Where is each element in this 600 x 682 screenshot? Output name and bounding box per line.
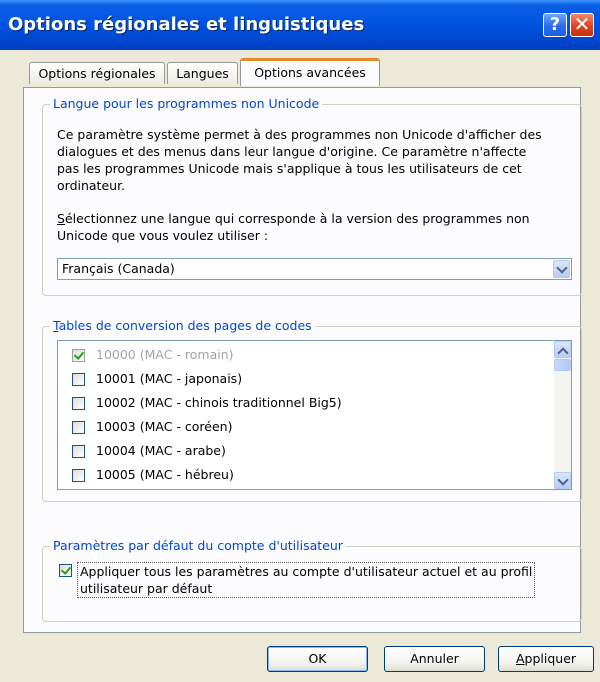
tab-label: Langues	[176, 66, 229, 81]
tab-label: Options avancées	[254, 65, 366, 80]
user-defaults-legend: Paramètres par défaut du compte d'utilis…	[50, 538, 346, 553]
scroll-thumb[interactable]	[554, 359, 571, 371]
ok-label: OK	[308, 651, 327, 666]
item-label: 10004 (MAC - arabe)	[96, 443, 226, 458]
checkbox[interactable]	[72, 445, 85, 458]
checkbox[interactable]	[72, 373, 85, 386]
selected-language: Français (Canada)	[62, 261, 175, 276]
window-title: Options régionales et linguistiques	[8, 14, 365, 35]
code-pages-list[interactable]: 10000 (MAC - romain) 10001 (MAC - japona…	[57, 340, 572, 490]
title-bar[interactable]: Options régionales et linguistiques ? ✕	[0, 0, 600, 50]
list-item-10005[interactable]: 10005 (MAC - hébreu)	[58, 463, 538, 487]
checkbox[interactable]	[72, 421, 85, 434]
ok-button[interactable]: OK	[267, 646, 368, 672]
scroll-up-button[interactable]	[554, 341, 571, 359]
list-item-10001[interactable]: 10001 (MAC - japonais)	[58, 367, 538, 391]
description-line: ordinateur.	[57, 178, 126, 193]
chevron-up-icon	[557, 347, 569, 359]
list-item-10003[interactable]: 10003 (MAC - coréen)	[58, 415, 538, 439]
apply-mnemonic: A	[515, 651, 525, 666]
apply-all-label: Appliquer tous les paramètres au compte …	[77, 562, 536, 598]
legend-text: ables de conversion des pages de codes	[58, 318, 312, 333]
checkbox[interactable]	[72, 469, 85, 482]
list-item-10002[interactable]: 10002 (MAC - chinois traditionnel Big5)	[58, 391, 538, 415]
tab-label: Options régionales	[38, 66, 156, 81]
select-language-prompt: Sélectionnez une langue qui corresponde …	[57, 210, 530, 244]
item-label: 10003 (MAC - coréen)	[96, 419, 233, 434]
apply-all-line-1: Appliquer tous les paramètres au compte …	[80, 564, 533, 579]
cancel-button[interactable]: Annuler	[384, 646, 485, 672]
language-dropdown[interactable]: Français (Canada)	[57, 258, 572, 280]
description-line: Ce paramètre système permet à des progra…	[57, 127, 542, 142]
item-label: 10000 (MAC - romain)	[96, 347, 234, 362]
tab-options-regionales[interactable]: Options régionales	[29, 62, 165, 84]
prompt-line-1: électionnez une langue qui corresponde à…	[64, 211, 530, 226]
tab-options-avancees[interactable]: Options avancées	[240, 58, 380, 86]
list-item-10004[interactable]: 10004 (MAC - arabe)	[58, 439, 538, 463]
checkbox[interactable]	[72, 349, 85, 362]
cancel-label: Annuler	[410, 651, 459, 666]
chevron-down-icon	[557, 474, 569, 486]
code-pages-legend: Tables de conversion des pages de codes	[50, 318, 315, 333]
apply-button[interactable]: Appliquer	[498, 646, 594, 672]
scroll-down-button[interactable]	[554, 472, 571, 489]
close-button[interactable]: ✕	[570, 13, 594, 37]
prompt-line-2: Unicode que vous voulez utiliser :	[57, 228, 269, 243]
checkbox[interactable]	[72, 397, 85, 410]
item-label: 10005 (MAC - hébreu)	[96, 467, 234, 482]
item-label: 10001 (MAC - japonais)	[96, 371, 243, 386]
tab-langues[interactable]: Langues	[167, 62, 238, 84]
apply-label: ppliquer	[524, 651, 577, 666]
description-line: pas les programmes Unicode mais s'appliq…	[57, 161, 522, 176]
non-unicode-legend: Langue pour les programmes non Unicode	[50, 96, 323, 111]
description-line: dialogues et des menus dans leur langue …	[57, 144, 527, 159]
chevron-down-icon	[556, 262, 568, 274]
apply-all-line-2: utilisateur par défaut	[80, 581, 213, 596]
non-unicode-description: Ce paramètre système permet à des progra…	[57, 126, 542, 194]
vertical-scrollbar[interactable]	[554, 341, 571, 489]
item-label: 10002 (MAC - chinois traditionnel Big5)	[96, 395, 342, 410]
prompt-mnemonic: S	[57, 211, 65, 226]
apply-all-checkbox-row[interactable]: Appliquer tous les paramètres au compte …	[57, 562, 567, 598]
dropdown-button[interactable]	[553, 260, 570, 278]
apply-all-checkbox[interactable]	[59, 564, 72, 577]
dialog-window: Options régionales et linguistiques ? ✕ …	[0, 0, 600, 682]
help-button[interactable]: ?	[543, 13, 567, 37]
list-item-10000[interactable]: 10000 (MAC - romain)	[58, 343, 538, 367]
